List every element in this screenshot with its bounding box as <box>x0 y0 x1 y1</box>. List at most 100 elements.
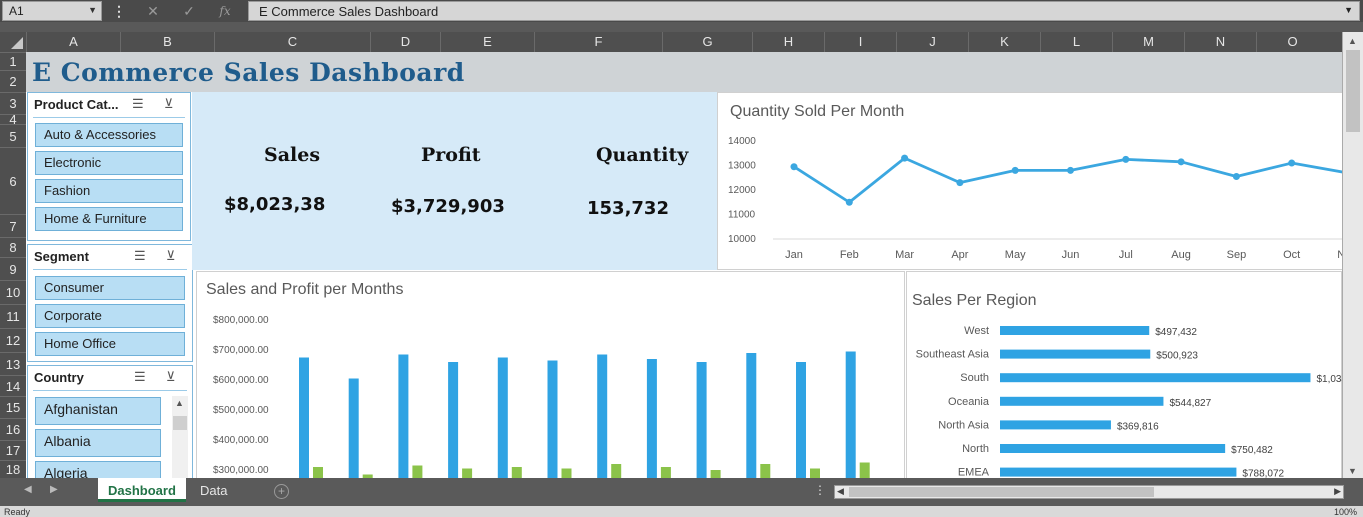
y-tick-label: 10000 <box>728 234 756 245</box>
next-sheet-icon[interactable]: ▶ <box>50 484 58 495</box>
row-header[interactable]: 6 <box>0 147 26 214</box>
row-header[interactable]: 3 <box>0 92 26 114</box>
slicer-item[interactable]: Corporate <box>35 304 185 328</box>
row-header[interactable]: 5 <box>0 124 26 147</box>
scroll-down-icon[interactable]: ▼ <box>1348 466 1357 476</box>
x-tick-label: Jan <box>785 249 803 261</box>
zoom-level[interactable]: 100% <box>1334 507 1357 517</box>
bar-series-2 <box>710 470 721 478</box>
name-box[interactable]: A1 ▼ <box>2 1 102 21</box>
horizontal-scrollbar[interactable]: ◀ ▶ <box>834 485 1344 499</box>
column-header[interactable]: L <box>1040 32 1112 52</box>
more-options-icon[interactable]: ⋮ <box>814 483 826 497</box>
slicer-title: Country <box>34 370 84 385</box>
select-all-corner[interactable] <box>0 32 26 52</box>
column-header[interactable]: O <box>1256 32 1328 52</box>
bar-series-1 <box>497 357 508 478</box>
clear-filter-icon[interactable]: ⊻ <box>166 369 176 385</box>
column-header[interactable]: G <box>662 32 752 52</box>
column-header[interactable]: I <box>824 32 896 52</box>
chart-sales-profit-per-month[interactable]: Sales and Profit per Months $800,000.00 $… <box>196 271 905 478</box>
scroll-left-icon[interactable]: ◀ <box>837 486 844 497</box>
y-tick-label: $800,000.00 <box>213 315 269 326</box>
bar-series-2 <box>810 468 820 478</box>
row-header[interactable]: 2 <box>0 70 26 92</box>
data-point <box>845 198 853 206</box>
enter-check-icon[interactable]: ✓ <box>176 1 202 21</box>
column-header[interactable]: A <box>26 32 120 52</box>
column-header[interactable]: B <box>120 32 214 52</box>
formula-input[interactable]: E Commerce Sales Dashboard ▼ <box>248 1 1360 21</box>
add-sheet-icon[interactable]: + <box>274 484 289 499</box>
y-tick-label: $600,000.00 <box>213 375 269 386</box>
clear-filter-icon[interactable]: ⊻ <box>166 248 176 264</box>
chevron-down-icon[interactable]: ▼ <box>88 5 97 15</box>
tab-dashboard[interactable]: Dashboard <box>98 478 186 502</box>
bar <box>1000 396 1164 406</box>
scroll-thumb[interactable] <box>849 487 1154 497</box>
slicer-item[interactable]: Electronic <box>35 151 183 175</box>
data-point <box>956 179 964 187</box>
slicer-item[interactable]: Home Office <box>35 332 185 356</box>
chart-sales-per-region[interactable]: Sales Per Region West $497,432 Southeast A… <box>906 271 1342 478</box>
clear-filter-icon[interactable]: ⊻ <box>164 96 174 112</box>
slicer-scrollbar[interactable]: ▲ <box>172 396 188 478</box>
row-header[interactable]: 17 <box>0 440 26 460</box>
row-header[interactable]: 12 <box>0 328 26 352</box>
row-headers: 1 2 3 4 5 6 7 8 9 10 11 12 13 14 15 16 17 18 <box>0 52 26 478</box>
column-header[interactable]: K <box>968 32 1040 52</box>
scroll-thumb[interactable] <box>1346 50 1360 132</box>
row-header[interactable]: 15 <box>0 396 26 418</box>
slicer-item[interactable]: Afghanistan <box>35 397 161 425</box>
slicer-item[interactable]: Home & Furniture <box>35 207 183 231</box>
slicer-title: Segment <box>34 249 89 264</box>
y-tick-label: $300,000.00 <box>213 465 269 476</box>
title-band: E Commerce Sales Dashboard <box>26 52 1342 92</box>
column-header[interactable]: J <box>896 32 968 52</box>
slicer-item[interactable]: Consumer <box>35 276 185 300</box>
column-header[interactable]: C <box>214 32 370 52</box>
slicer-item[interactable]: Auto & Accessories <box>35 123 183 147</box>
row-header[interactable]: 4 <box>0 113 26 126</box>
slicer-item[interactable]: Algeria <box>35 461 161 478</box>
column-header[interactable]: E <box>440 32 534 52</box>
row-header[interactable]: 8 <box>0 237 26 257</box>
row-header[interactable]: 7 <box>0 214 26 237</box>
scroll-thumb[interactable] <box>173 416 187 430</box>
prev-sheet-icon[interactable]: ◀ <box>24 484 32 495</box>
more-options-icon[interactable]: ⋮ <box>106 1 132 21</box>
row-header[interactable]: 10 <box>0 280 26 304</box>
row-header[interactable]: 18 <box>0 460 26 478</box>
slicer-item[interactable]: Albania <box>35 429 161 457</box>
row-header[interactable]: 1 <box>0 52 26 70</box>
scroll-up-icon[interactable]: ▲ <box>1348 36 1357 46</box>
vertical-scrollbar[interactable]: ▲ ▼ <box>1342 32 1363 478</box>
column-header[interactable]: F <box>534 32 662 52</box>
row-header[interactable]: 11 <box>0 304 26 328</box>
multi-select-icon[interactable]: ☰ <box>134 248 146 264</box>
column-header[interactable]: D <box>370 32 440 52</box>
column-header[interactable]: H <box>752 32 824 52</box>
row-header[interactable]: 9 <box>0 257 26 280</box>
row-header[interactable]: 14 <box>0 375 26 396</box>
multi-select-icon[interactable]: ☰ <box>134 369 146 385</box>
column-header[interactable]: N <box>1184 32 1256 52</box>
expand-formula-icon[interactable]: ▼ <box>1344 5 1353 15</box>
data-point <box>1122 155 1130 163</box>
row-header[interactable]: 16 <box>0 418 26 440</box>
row-header[interactable]: 13 <box>0 352 26 375</box>
bar-series-2 <box>760 464 771 478</box>
slicer-divider <box>33 269 187 270</box>
worksheet[interactable]: E Commerce Sales Dashboard Product Cat..… <box>26 52 1342 478</box>
multi-select-icon[interactable]: ☰ <box>132 96 144 112</box>
insert-function-icon[interactable]: fx <box>212 1 238 21</box>
column-header[interactable]: M <box>1112 32 1184 52</box>
x-tick-label: Aug <box>1171 249 1191 261</box>
tab-data[interactable]: Data <box>190 478 237 502</box>
scroll-right-icon[interactable]: ▶ <box>1334 486 1341 497</box>
scroll-up-icon[interactable]: ▲ <box>175 398 184 408</box>
bar <box>1000 326 1150 335</box>
cancel-icon[interactable]: ✕ <box>140 1 166 21</box>
slicer-item[interactable]: Fashion <box>35 179 183 203</box>
chart-quantity-per-month[interactable]: Quantity Sold Per Month 14000 13000 12000 1… <box>717 92 1342 270</box>
